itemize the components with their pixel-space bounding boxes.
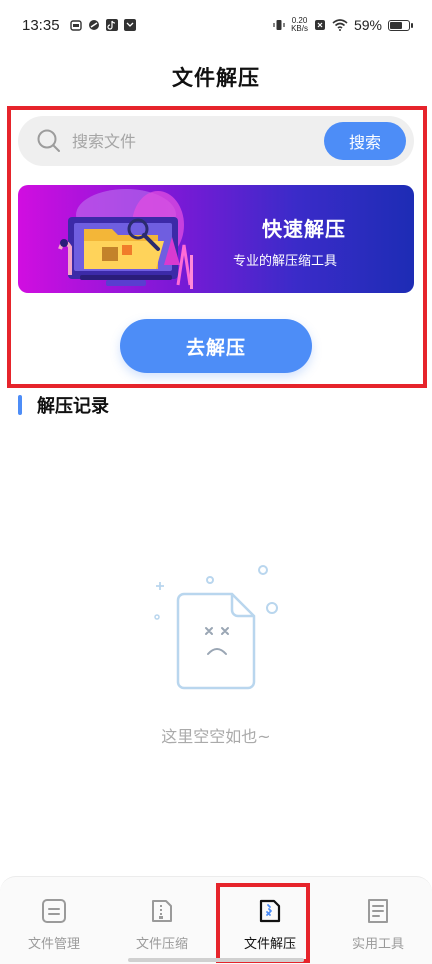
tools-icon xyxy=(368,899,388,923)
records-title: 解压记录 xyxy=(37,396,109,417)
wifi-icon xyxy=(332,19,348,31)
home-indicator[interactable] xyxy=(128,958,304,962)
tab-file-manage[interactable]: 文件管理 xyxy=(0,877,108,964)
tiktok-icon xyxy=(105,19,118,31)
folder-illustration xyxy=(58,189,193,289)
net-speed-unit: KB/s xyxy=(291,24,308,33)
banner-title: 快速解压 xyxy=(262,217,346,241)
banner-subtitle: 专业的解压缩工具 xyxy=(233,254,338,269)
decompress-button[interactable]: 去解压 xyxy=(120,319,312,373)
vibrate-icon xyxy=(273,20,285,30)
promo-banner[interactable]: 快速解压 专业的解压缩工具 xyxy=(18,185,414,293)
status-right: 0.20 KB/s 59% xyxy=(273,17,413,33)
search-bar: 搜索 xyxy=(18,116,414,166)
section-accent-bar xyxy=(18,395,22,415)
empty-file-icon xyxy=(154,565,278,690)
highlight-frame-tab xyxy=(216,883,310,963)
tab-file-compress[interactable]: 文件压缩 xyxy=(108,877,216,964)
link-icon xyxy=(88,20,99,30)
status-left: 13:35 xyxy=(22,17,136,34)
search-input[interactable] xyxy=(72,131,324,151)
battery-level-fill xyxy=(390,21,402,29)
sim-icon xyxy=(314,20,325,30)
page-title: 文件解压 xyxy=(172,66,260,90)
records-section-header: 解压记录 xyxy=(18,392,109,418)
battery-icon xyxy=(388,19,413,31)
status-bar: 13:35 0.20 KB/s 59% xyxy=(0,0,432,50)
search-icon xyxy=(37,129,60,152)
message-icon xyxy=(123,19,136,31)
tab-label: 文件压缩 xyxy=(135,937,188,952)
battery-percent: 59% xyxy=(353,17,382,33)
calendar-icon xyxy=(69,20,82,31)
net-speed: 0.20 KB/s xyxy=(291,17,308,33)
status-time: 13:35 xyxy=(22,16,60,34)
file-compress-icon xyxy=(152,900,172,922)
tab-label: 实用工具 xyxy=(351,937,404,952)
tab-label: 文件管理 xyxy=(27,937,80,952)
tab-tools[interactable]: 实用工具 xyxy=(324,877,432,964)
search-button[interactable]: 搜索 xyxy=(324,122,406,160)
file-manage-icon xyxy=(42,899,66,923)
empty-state-text: 这里空空如也~ xyxy=(161,727,271,746)
